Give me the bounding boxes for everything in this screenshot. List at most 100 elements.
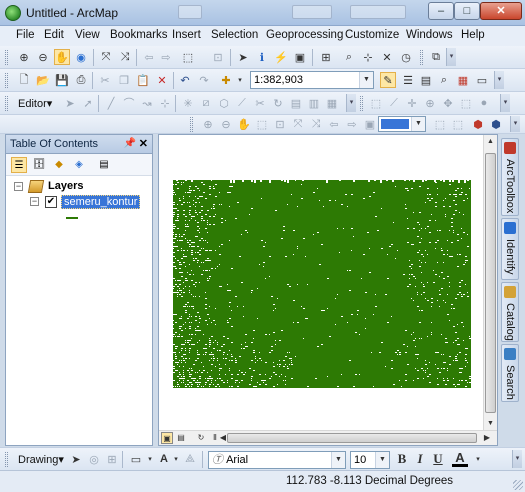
layer-visibility-checkbox[interactable]: ✔ bbox=[45, 196, 57, 208]
toolbar-overflow-button[interactable]: ▾ bbox=[346, 94, 356, 112]
collapse-layers-icon[interactable]: − bbox=[14, 182, 23, 191]
layout-zoom-combo[interactable]: ▼ bbox=[378, 116, 426, 132]
editor-toolbar-toggle-icon[interactable]: ✎ bbox=[380, 72, 396, 88]
time-slider-icon[interactable]: ◷ bbox=[398, 49, 414, 65]
new-document-icon[interactable]: 🗋 bbox=[16, 72, 32, 88]
trace-icon[interactable]: ↝ bbox=[139, 95, 155, 111]
maximize-button[interactable]: □ bbox=[454, 2, 480, 20]
font-size-combo[interactable]: 10 ▼ bbox=[350, 451, 390, 469]
toolbar-overflow-button[interactable]: ▾ bbox=[446, 48, 456, 66]
menu-view[interactable]: View bbox=[75, 29, 100, 41]
delete-icon[interactable]: ✕ bbox=[154, 72, 170, 88]
find-icon[interactable]: ⌕ bbox=[341, 49, 357, 65]
search-window-icon[interactable]: ⌕ bbox=[436, 72, 452, 88]
layout-zoom-out-icon[interactable]: ⊖ bbox=[218, 116, 234, 132]
scroll-up-icon[interactable]: ▲ bbox=[484, 135, 497, 149]
toolbar-overflow-button[interactable]: ▾ bbox=[500, 94, 510, 112]
redo-icon[interactable]: ↷ bbox=[196, 72, 212, 88]
vertical-scroll-thumb[interactable] bbox=[485, 153, 496, 413]
georef-shift-icon[interactable]: ⬚ bbox=[458, 95, 474, 111]
add-data-dropdown-icon[interactable]: ▾ bbox=[232, 72, 248, 88]
map-scale-combo[interactable]: 1:382,903 ▼ bbox=[250, 71, 374, 89]
create-features-icon[interactable]: ▦ bbox=[324, 95, 340, 111]
clear-selection-icon[interactable]: ⊡ bbox=[210, 49, 226, 65]
go-to-xy-icon[interactable]: ✕ bbox=[379, 49, 395, 65]
html-popup-icon[interactable]: ▣ bbox=[292, 49, 308, 65]
split-icon[interactable]: ✂ bbox=[252, 95, 268, 111]
toc-options-icon[interactable]: ▤ bbox=[96, 157, 112, 173]
menu-insert[interactable]: Insert bbox=[172, 29, 201, 41]
zoom-100-icon[interactable]: ⊡ bbox=[272, 116, 288, 132]
undo-icon[interactable]: ↶ bbox=[177, 72, 193, 88]
pin-icon[interactable]: 📌 bbox=[124, 138, 136, 149]
menu-geoprocessing[interactable]: Geoprocessing bbox=[266, 29, 343, 41]
layers-root-row[interactable]: − Layers bbox=[6, 179, 152, 195]
menu-bookmarks[interactable]: Bookmarks bbox=[110, 29, 168, 41]
copy-icon[interactable]: ❐ bbox=[116, 72, 132, 88]
table-of-contents-icon[interactable]: ☰ bbox=[400, 72, 416, 88]
data-view-icon[interactable]: ▣ bbox=[161, 432, 173, 444]
georef-add-points-icon[interactable]: ✛ bbox=[404, 95, 420, 111]
underline-button[interactable]: U bbox=[430, 451, 446, 467]
chevron-down-icon[interactable]: ▼ bbox=[375, 452, 389, 468]
python-window-icon[interactable]: ▭ bbox=[474, 72, 490, 88]
menu-customize[interactable]: Customize bbox=[345, 29, 399, 41]
horizontal-scroll-thumb[interactable] bbox=[227, 433, 477, 443]
zoom-out-icon[interactable]: ⊖ bbox=[35, 49, 51, 65]
italic-button[interactable]: I bbox=[412, 451, 428, 467]
menu-help[interactable]: Help bbox=[461, 29, 485, 41]
rotate-icon[interactable]: ↻ bbox=[270, 95, 286, 111]
list-by-source-icon[interactable]: 🗄 bbox=[31, 157, 47, 173]
refresh-icon[interactable]: ↻ bbox=[195, 432, 207, 444]
find-route-icon[interactable]: ⊹ bbox=[360, 49, 376, 65]
catalog-window-icon[interactable]: ▤ bbox=[418, 72, 434, 88]
split-tool-icon[interactable]: ✳ bbox=[180, 95, 196, 111]
toolbar-grip[interactable] bbox=[420, 50, 423, 65]
forward-extent-icon[interactable]: ⇨ bbox=[158, 49, 174, 65]
print-icon[interactable]: ⎙ bbox=[73, 72, 89, 88]
open-folder-icon[interactable]: 📂 bbox=[35, 72, 51, 88]
scroll-down-icon[interactable]: ▼ bbox=[484, 417, 497, 431]
effects-icon[interactable]: ⬢ bbox=[488, 116, 504, 132]
create-viewer-icon[interactable]: ⧉ bbox=[428, 49, 444, 65]
layer-symbol-line[interactable] bbox=[66, 217, 78, 219]
save-icon[interactable]: 💾 bbox=[54, 72, 70, 88]
list-by-visibility-icon[interactable]: ◆ bbox=[51, 157, 67, 173]
editor-menu-button[interactable]: Editor▾ bbox=[18, 97, 52, 110]
paste-icon[interactable]: 📋 bbox=[135, 72, 151, 88]
scroll-right-icon[interactable]: ▶ bbox=[481, 432, 493, 444]
dock-tab-arctoolbox[interactable]: ArcToolbox bbox=[501, 138, 519, 216]
point-tool-icon[interactable]: ⊹ bbox=[157, 95, 173, 111]
dock-tab-identify[interactable]: Identify bbox=[501, 218, 519, 280]
toolbar-overflow-button[interactable]: ▾ bbox=[512, 450, 522, 468]
sketch-properties-icon[interactable]: ▥ bbox=[306, 95, 322, 111]
collapse-layer-icon[interactable]: − bbox=[30, 197, 39, 206]
toolbar-overflow-button[interactable]: ▾ bbox=[494, 71, 504, 89]
font-color-dropdown-icon[interactable]: ▾ bbox=[470, 451, 486, 467]
identify-icon[interactable]: ℹ bbox=[254, 49, 270, 65]
toolbar-grip[interactable] bbox=[5, 50, 8, 65]
attributes-icon[interactable]: ▤ bbox=[288, 95, 304, 111]
map-display[interactable]: ▲ ▼ ▣ ▤ ↻ Ⅱ ◀ ▶ bbox=[158, 134, 498, 446]
edit-vertices-draw-icon[interactable]: ⟁ bbox=[182, 451, 198, 467]
go-forward-extent-icon[interactable]: ⇨ bbox=[344, 116, 360, 132]
focus-data-frame-icon[interactable]: ⬚ bbox=[432, 116, 448, 132]
font-name-combo[interactable]: Ⓣ Arial ▼ bbox=[208, 451, 346, 469]
window-resize-grip[interactable] bbox=[513, 480, 523, 490]
measure-icon[interactable]: ⊞ bbox=[318, 49, 334, 65]
reshape-feature-icon[interactable]: ⬡ bbox=[216, 95, 232, 111]
data-driven-pages-icon[interactable]: ⬢ bbox=[470, 116, 486, 132]
toolbar-overflow-button[interactable]: ▾ bbox=[510, 116, 520, 132]
go-back-extent-icon[interactable]: ⇦ bbox=[326, 116, 342, 132]
zoom-to-selected-icon[interactable]: ⊞ bbox=[104, 451, 120, 467]
layout-view-icon[interactable]: ▤ bbox=[175, 432, 187, 444]
font-color-button[interactable]: A bbox=[452, 450, 468, 467]
zoom-whole-page-icon[interactable]: ⬚ bbox=[254, 116, 270, 132]
chevron-down-icon[interactable]: ▼ bbox=[331, 452, 345, 468]
dock-tab-search[interactable]: Search bbox=[501, 344, 519, 402]
zoom-in-icon[interactable]: ⊕ bbox=[16, 49, 32, 65]
toolbar-grip[interactable] bbox=[5, 73, 8, 88]
chevron-down-icon[interactable]: ▼ bbox=[359, 72, 373, 88]
arcmap-app-icon[interactable] bbox=[5, 5, 21, 21]
menu-selection[interactable]: Selection bbox=[211, 29, 258, 41]
